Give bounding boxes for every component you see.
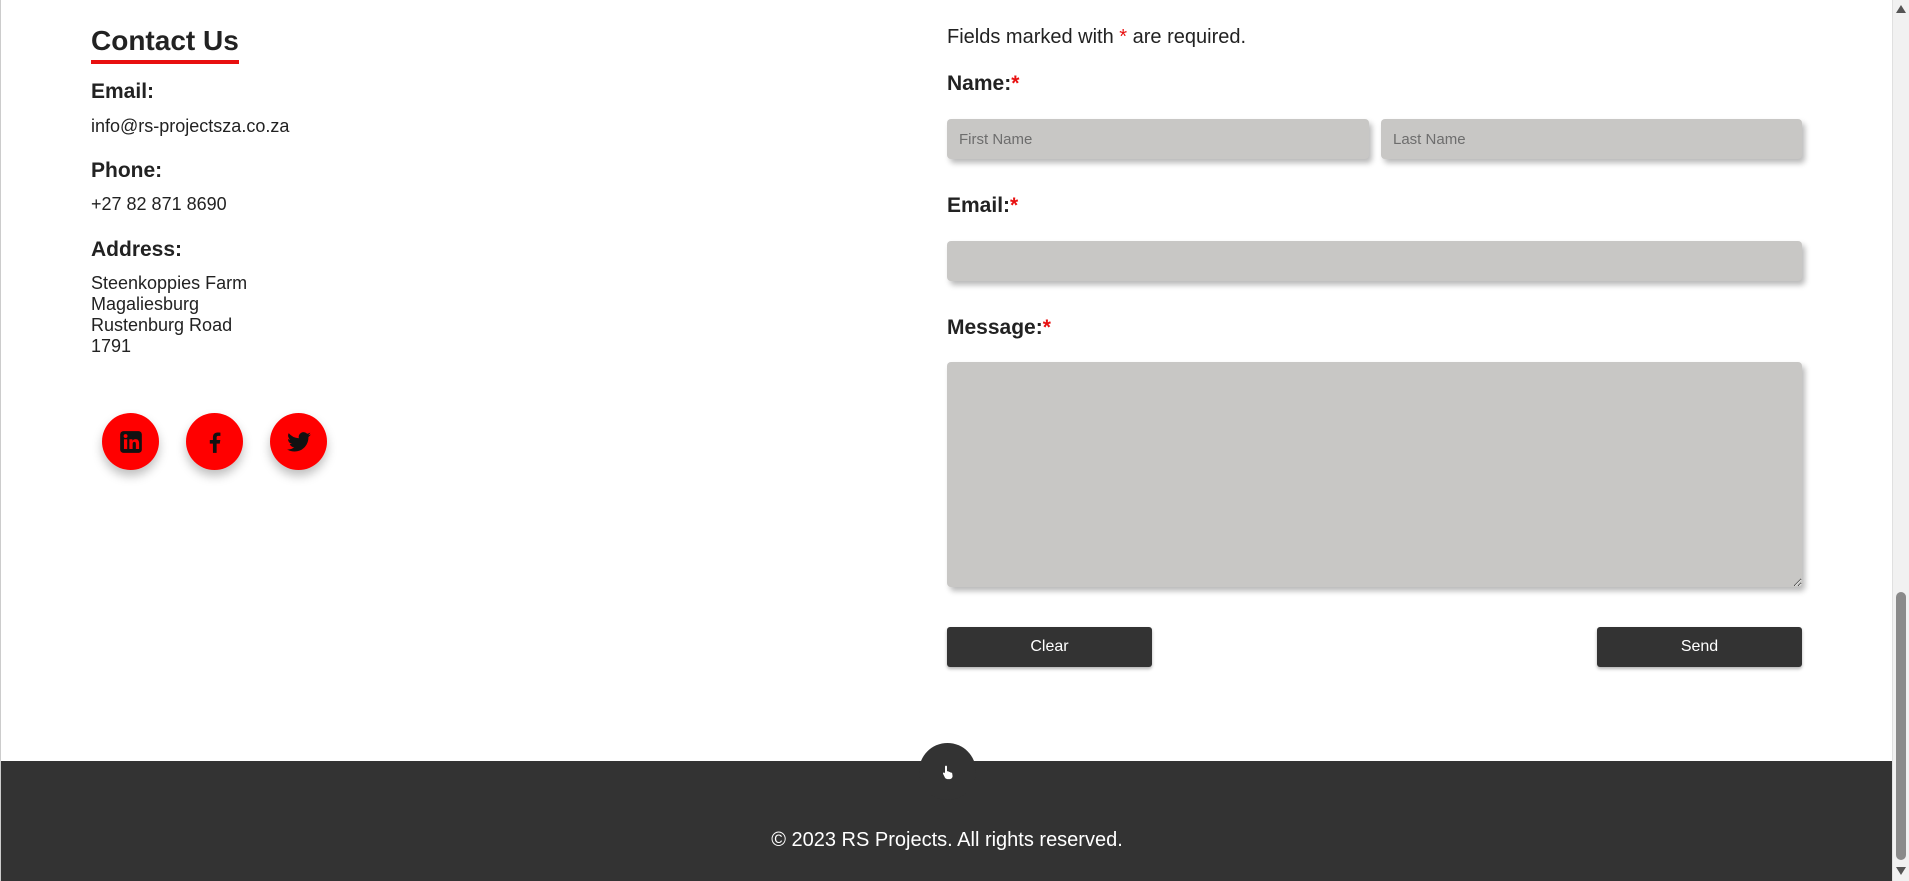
email-label: Email: — [91, 80, 155, 103]
clear-button[interactable]: Clear — [947, 627, 1152, 667]
required-note-text: are required. — [1127, 26, 1247, 48]
email-value: info@rs-projectsza.co.za — [91, 116, 290, 136]
scroll-to-top-button[interactable] — [919, 743, 976, 800]
required-note: Fields marked with * are required. — [947, 26, 1246, 49]
email-form-label-text: Email: — [947, 194, 1011, 217]
twitter-button[interactable] — [270, 413, 327, 470]
contact-title: Contact Us — [91, 24, 239, 64]
first-name-input[interactable] — [947, 119, 1369, 159]
message-label-text: Message: — [947, 316, 1043, 339]
address-line: Steenkoppies Farm — [91, 273, 248, 293]
name-label: Name:* — [947, 72, 1019, 96]
required-star: * — [1011, 72, 1020, 95]
email-form-label: Email:* — [947, 194, 1018, 218]
scroll-down-arrow-icon[interactable] — [1896, 867, 1906, 875]
pointer-hand-icon — [942, 765, 953, 779]
email-input[interactable] — [947, 241, 1802, 281]
address-line: 1791 — [91, 336, 132, 356]
required-star: * — [1042, 316, 1051, 339]
send-button[interactable]: Send — [1597, 627, 1802, 667]
facebook-button[interactable] — [186, 413, 243, 470]
required-star: * — [1010, 194, 1019, 217]
copyright-text: © 2023 RS Projects. All rights reserved. — [771, 829, 1123, 851]
required-note-text: Fields marked with — [947, 26, 1120, 48]
address-line: Rustenburg Road — [91, 315, 233, 335]
scrollbar[interactable] — [1892, 0, 1909, 881]
scroll-up-arrow-icon[interactable] — [1896, 5, 1906, 13]
facebook-icon — [209, 431, 220, 453]
address-label: Address: — [91, 238, 183, 261]
last-name-input[interactable] — [1381, 119, 1802, 159]
page: Contact Us Email: info@rs-projectsza.co.… — [0, 0, 1893, 881]
twitter-icon — [286, 431, 311, 452]
message-label: Message:* — [947, 316, 1051, 340]
linkedin-icon — [119, 430, 142, 453]
phone-label: Phone: — [91, 159, 163, 182]
name-label-text: Name: — [947, 72, 1012, 95]
required-star: * — [1119, 26, 1128, 48]
message-textarea[interactable] — [947, 362, 1802, 587]
address-line: Magaliesburg — [91, 294, 200, 314]
phone-value: +27 82 871 8690 — [91, 194, 227, 214]
linkedin-button[interactable] — [102, 413, 159, 470]
scrollbar-thumb[interactable] — [1896, 592, 1906, 860]
